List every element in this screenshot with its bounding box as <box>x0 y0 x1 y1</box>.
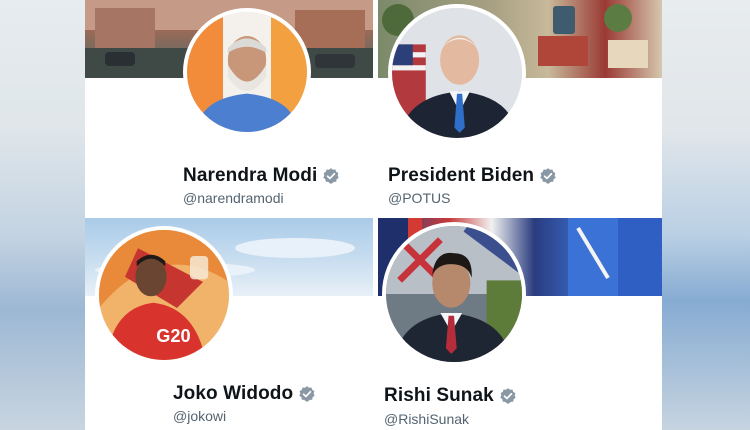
avatar[interactable] <box>183 8 311 136</box>
verified-badge-icon <box>540 168 556 184</box>
profile-card-narendra-modi[interactable]: Narendra Modi @narendramodi <box>85 0 373 215</box>
display-name[interactable]: Joko Widodo <box>173 383 293 405</box>
handle[interactable]: @narendramodi <box>183 190 284 206</box>
right-backdrop <box>662 0 750 430</box>
g20-label: G20 <box>156 326 190 346</box>
avatar-image <box>187 12 307 132</box>
display-name[interactable]: Rishi Sunak <box>384 385 494 407</box>
handle[interactable]: @POTUS <box>388 190 450 206</box>
profile-card-president-biden[interactable]: President Biden @POTUS <box>378 0 662 215</box>
display-name[interactable]: Narendra Modi <box>183 165 317 187</box>
profile-card-joko-widodo[interactable]: G20 Joko Widodo @jokowi <box>85 218 373 430</box>
avatar[interactable] <box>388 4 526 142</box>
avatar[interactable] <box>382 222 526 366</box>
verified-badge-icon <box>299 386 315 402</box>
avatar-image <box>386 226 522 362</box>
avatar-image: G20 <box>99 230 229 360</box>
verified-badge-icon <box>323 168 339 184</box>
left-backdrop <box>0 0 85 430</box>
profile-card-rishi-sunak[interactable]: Rishi Sunak @RishiSunak <box>378 218 662 430</box>
profile-grid: Narendra Modi @narendramodi President Bi… <box>85 0 662 430</box>
verified-badge-icon <box>500 388 516 404</box>
avatar[interactable]: G20 <box>95 226 233 364</box>
display-name[interactable]: President Biden <box>388 165 534 187</box>
handle[interactable]: @jokowi <box>173 408 226 424</box>
handle[interactable]: @RishiSunak <box>384 411 469 427</box>
avatar-image <box>392 8 522 138</box>
